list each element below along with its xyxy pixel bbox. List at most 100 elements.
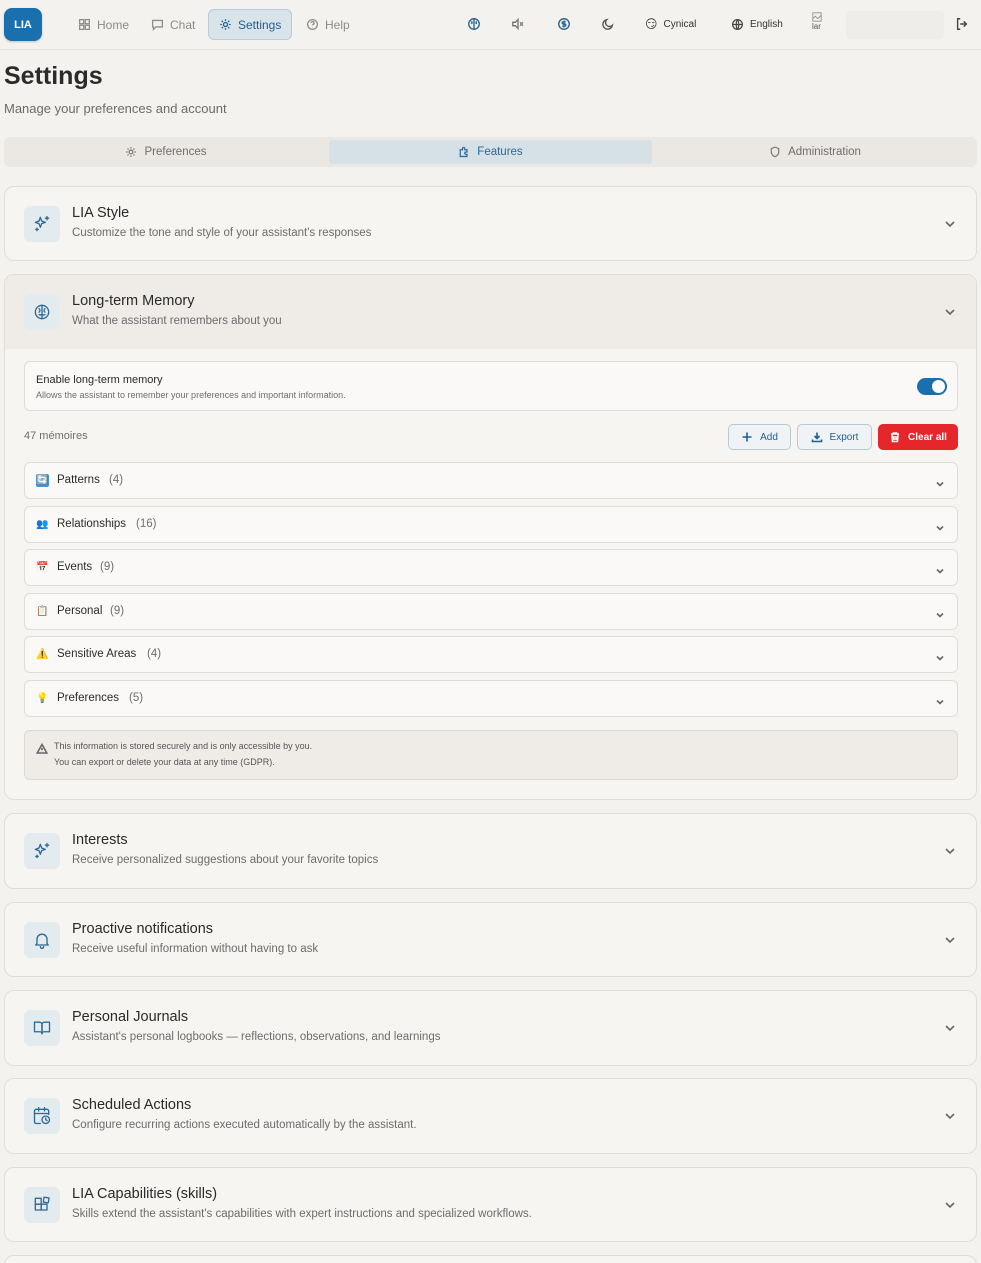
chevron-down-icon[interactable] <box>944 217 956 229</box>
section-title: Personal Journals <box>72 1009 189 1025</box>
brain-icon[interactable] <box>467 17 481 31</box>
calendar-clock-icon <box>24 1098 60 1134</box>
section-interests: Interests Receive personalized suggestio… <box>4 813 977 889</box>
section-title: Scheduled Actions <box>72 1097 192 1113</box>
chevron-down-icon[interactable] <box>944 1109 956 1121</box>
personality-selector[interactable]: 😏 Cynical <box>645 11 696 37</box>
mute-icon[interactable] <box>511 17 525 31</box>
sparkles-icon <box>24 833 60 869</box>
category-label: Sensitive Areas <box>57 648 137 660</box>
broken-image-icon <box>812 12 822 22</box>
memory-category-sensitive-areas[interactable]: ⚠️ Sensitive Areas (4) <box>24 636 958 673</box>
memory-toggle-label: Enable long-term memory <box>36 374 163 386</box>
notice-line-1: This information is stored securely and … <box>54 741 313 751</box>
nav-help[interactable]: Help <box>296 9 360 40</box>
page-title: Settings <box>4 62 103 90</box>
gear-icon <box>220 19 231 30</box>
category-count: (9) <box>110 605 125 617</box>
app-logo[interactable]: LIA <box>4 8 42 41</box>
puzzle-icon <box>459 146 468 158</box>
moon-icon[interactable] <box>601 17 615 31</box>
section-description: Assistant's personal logbooks — reflecti… <box>72 1031 441 1043</box>
grid-icon <box>78 18 91 31</box>
chevron-down-icon[interactable] <box>944 1198 956 1210</box>
chevron-down-icon[interactable] <box>944 305 956 317</box>
category-count: (4) <box>109 474 124 486</box>
memory-category-personal[interactable]: 📋 Personal (9) <box>24 593 958 630</box>
category-count: (16) <box>136 518 157 530</box>
export-button-label: Export <box>829 431 859 443</box>
logout-icon[interactable] <box>955 17 969 31</box>
avatar[interactable]: lar <box>812 12 840 38</box>
add-memory-button[interactable]: Add <box>728 424 791 450</box>
nav-chat[interactable]: Chat <box>141 9 205 40</box>
chevron-down-icon[interactable] <box>944 1021 956 1033</box>
memory-category-patterns[interactable]: 🔄 Patterns (4) <box>24 462 958 499</box>
export-memory-button[interactable]: Export <box>797 424 872 450</box>
lightbulb-icon: 💡 <box>36 693 49 704</box>
cycle-icon: 🔄 <box>36 474 49 487</box>
memory-toggle-hint: Allows the assistant to remember your pr… <box>36 390 346 400</box>
category-count: (4) <box>147 648 162 660</box>
tab-administration-label: Administration <box>788 146 861 158</box>
section-description: Customize the tone and style of your ass… <box>72 227 372 239</box>
memory-count: 47 mémoires <box>24 430 88 442</box>
profile-name-area <box>846 11 944 39</box>
tab-preferences[interactable]: Preferences <box>7 140 325 164</box>
section-personal-journals: Personal Journals Assistant's personal l… <box>4 990 977 1066</box>
blocks-icon <box>24 1187 60 1223</box>
tab-features[interactable]: Features <box>329 140 652 164</box>
section-skills-header[interactable]: LIA Capabilities (skills) Skills extend … <box>5 1168 976 1242</box>
bell-icon <box>24 922 60 958</box>
section-interests-header[interactable]: Interests Receive personalized suggestio… <box>5 814 976 888</box>
section-title: Interests <box>72 832 128 848</box>
category-label: Events <box>57 561 93 573</box>
help-circle-icon <box>306 18 319 31</box>
nav-help-label: Help <box>325 17 350 32</box>
section-lia-style-header[interactable]: LIA Style Customize the tone and style o… <box>5 187 976 261</box>
nav-settings[interactable]: Settings <box>208 9 293 40</box>
plus-icon <box>742 432 752 442</box>
download-icon <box>811 432 822 443</box>
chevron-down-icon <box>935 607 945 618</box>
category-label: Relationships <box>57 518 127 530</box>
memory-toggle-switch[interactable] <box>917 378 947 395</box>
section-memory-header[interactable]: Long-term Memory What the assistant reme… <box>5 275 976 349</box>
notice-line-2: You can export or delete your data at an… <box>54 757 275 767</box>
section-description: Receive useful information without havin… <box>72 943 319 955</box>
sparkles-icon <box>24 206 60 242</box>
chevron-down-icon[interactable] <box>944 933 956 945</box>
memory-category-preferences[interactable]: 💡 Preferences (5) <box>24 680 958 717</box>
section-description: What the assistant remembers about you <box>72 315 282 327</box>
page-subtitle: Manage your preferences and account <box>4 101 227 116</box>
gdpr-notice: This information is stored securely and … <box>24 730 958 780</box>
gear-icon <box>126 147 137 157</box>
chevron-down-icon[interactable] <box>944 844 956 856</box>
smirk-emoji-icon: 😏 <box>645 17 658 31</box>
calendar-icon: 📅 <box>36 562 49 573</box>
section-description: Configure recurring actions executed aut… <box>72 1119 417 1131</box>
dollar-circle-icon[interactable] <box>557 17 571 31</box>
memory-category-events[interactable]: 📅 Events (9) <box>24 549 958 586</box>
nav-settings-label: Settings <box>238 17 282 32</box>
tab-features-label: Features <box>477 146 523 158</box>
clear-all-button[interactable]: Clear all <box>878 424 958 450</box>
people-icon: 👥 <box>36 519 49 530</box>
tab-administration[interactable]: Administration <box>656 140 974 164</box>
section-description: Receive personalized suggestions about y… <box>72 854 379 866</box>
nav-home[interactable]: Home <box>68 9 139 40</box>
clipboard-icon: 📋 <box>36 606 49 617</box>
category-label: Patterns <box>57 474 100 486</box>
clear-all-label: Clear all <box>908 431 947 443</box>
language-selector[interactable]: English <box>731 11 783 37</box>
section-scheduled-actions: Scheduled Actions Configure recurring ac… <box>4 1078 977 1154</box>
section-scheduled-header[interactable]: Scheduled Actions Configure recurring ac… <box>5 1079 976 1153</box>
section-notifications-header[interactable]: Proactive notifications Receive useful i… <box>5 903 976 977</box>
category-label: Personal <box>57 605 103 617</box>
section-journals-header[interactable]: Personal Journals Assistant's personal l… <box>5 991 976 1065</box>
section-title: LIA Capabilities (skills) <box>72 1186 218 1202</box>
section-description: Skills extend the assistant's capabiliti… <box>72 1208 532 1220</box>
category-count: (9) <box>100 561 115 573</box>
avatar-alt-text: lar <box>812 22 821 31</box>
memory-category-relationships[interactable]: 👥 Relationships (16) <box>24 506 958 543</box>
